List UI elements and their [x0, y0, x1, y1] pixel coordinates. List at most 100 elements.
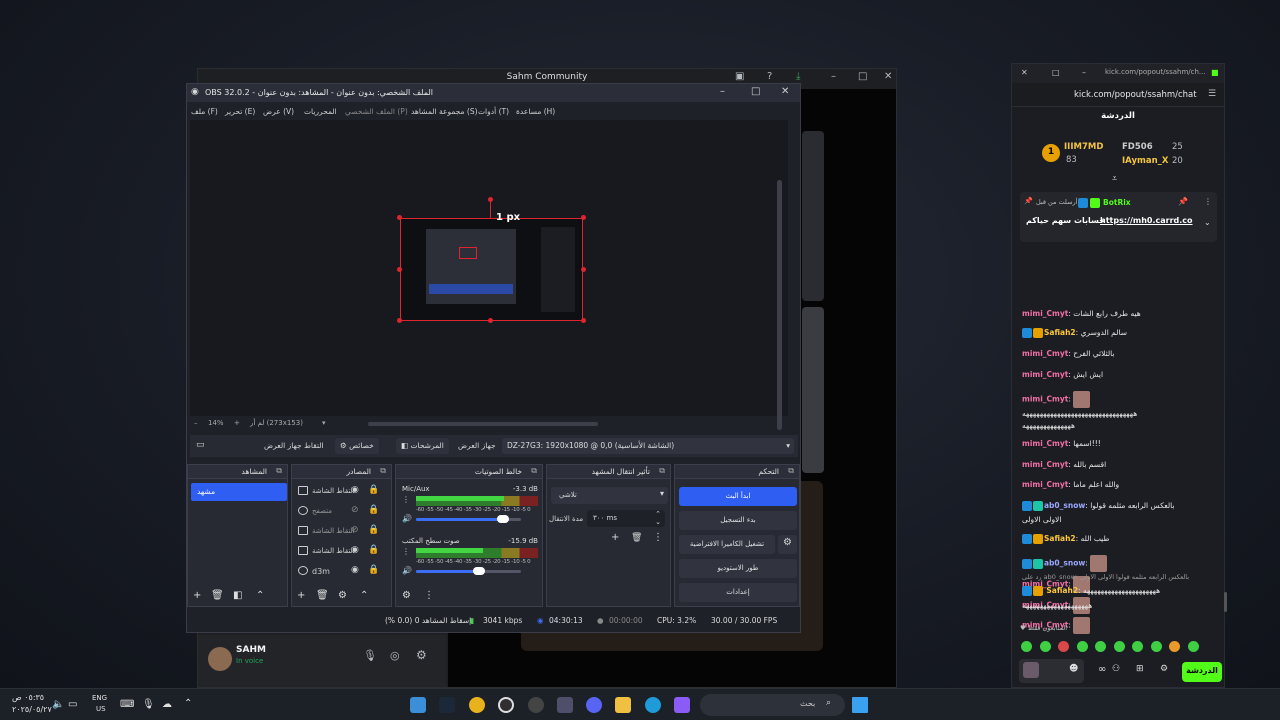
lock-icon[interactable]: 🔒 — [368, 565, 379, 575]
chat-message[interactable]: ab0_snow: — [1022, 555, 1220, 572]
chat-message[interactable]: Safiah2: سالم الدوسري — [1022, 328, 1220, 338]
chat-message[interactable]: mimi_Cmyt: والله اعلم ماما — [1022, 480, 1220, 489]
source-row[interactable]: التقاط الشاشة ◉ 🔒 — [296, 483, 382, 501]
settings-icon[interactable]: ⚙ — [416, 648, 427, 662]
chat-username[interactable]: Safiah2 — [1044, 534, 1076, 543]
studio-mode-button[interactable]: طور الاستوديو — [679, 559, 797, 578]
obs-icon[interactable] — [498, 697, 514, 713]
kebab-menu-icon[interactable]: ⋮ — [424, 590, 434, 601]
start-streaming-button[interactable]: ابدأ البث — [679, 487, 797, 506]
chat-username[interactable]: mimi_Cmyt — [1022, 480, 1068, 489]
chat-message[interactable]: mimi_Cmyt: بالثلاثي الفرح — [1022, 349, 1220, 358]
emote-icon[interactable] — [1058, 641, 1069, 652]
menu-file[interactable]: ملف (F) — [191, 107, 218, 116]
emote-icon[interactable] — [1169, 641, 1180, 652]
chrome-icon[interactable] — [469, 697, 485, 713]
clock-date[interactable]: ٢٠٢٥/٠٥/٢٧ — [12, 705, 52, 714]
emote-icon[interactable] — [1150, 641, 1162, 652]
filter-icon[interactable]: ◧ — [233, 590, 242, 601]
zoom-out-icon[interactable]: – — [194, 419, 198, 427]
volume-knob[interactable] — [497, 515, 510, 523]
chevron-up-icon[interactable]: ⌃ — [360, 590, 368, 601]
chevron-up-icon[interactable]: ⌃ — [256, 590, 264, 601]
steam-icon[interactable] — [439, 697, 455, 713]
add-icon[interactable]: + — [297, 590, 305, 601]
chat-username[interactable]: mimi_Cmyt — [1022, 395, 1068, 404]
preview-scrollbar[interactable] — [777, 180, 782, 430]
volume-slider[interactable] — [416, 567, 521, 575]
paint-icon[interactable] — [410, 697, 426, 713]
volume-slider[interactable] — [416, 515, 521, 523]
undock-icon[interactable]: ⧉ — [788, 466, 794, 476]
menu-docks[interactable]: المحرريات — [304, 107, 337, 116]
chat-message[interactable]: ab0_snow: بالعكس الرابعه مثلمه قولوا — [1022, 501, 1220, 511]
copilot-icon[interactable] — [674, 697, 690, 713]
virtual-camera-button[interactable]: تشغيل الكاميرا الافتراضية — [679, 535, 775, 554]
lock-icon[interactable]: 🔒 — [368, 505, 379, 515]
menu-view[interactable]: عرض (V) — [263, 107, 294, 116]
chevron-down-icon[interactable]: ▾ — [322, 419, 326, 427]
chat-message-cont[interactable]: ههههههههههههههههههههههههههههههههه — [1022, 409, 1220, 418]
kebab-menu-icon[interactable]: ⋮ — [402, 495, 410, 504]
device-select[interactable]: DZ-27G3: 1920x1080 @ 0,0 (الشاشة الأساسي… — [502, 438, 794, 454]
display-capture-source[interactable] — [400, 218, 583, 321]
store-icon[interactable] — [557, 697, 573, 713]
close-icon[interactable]: ✕ — [884, 71, 892, 82]
monitor-icon[interactable]: ▭ — [68, 699, 77, 710]
clock-time[interactable]: ٠٥:٣٥ ص — [12, 693, 44, 702]
headset-icon[interactable]: ◎ — [390, 649, 400, 662]
menu-scene-collection[interactable]: مجموعة المشاهد (S) — [411, 107, 478, 116]
download-icon[interactable]: ⤓ — [796, 71, 800, 82]
maximize-icon[interactable]: □ — [1052, 68, 1060, 77]
add-icon[interactable]: + — [193, 590, 201, 601]
folder-icon[interactable] — [615, 697, 631, 713]
group-icon[interactable]: ⚇ — [1112, 664, 1120, 674]
preview-canvas[interactable]: 1 px — [190, 120, 788, 430]
mic-icon[interactable]: 🎙 — [363, 649, 377, 662]
chat-username[interactable]: ab0_snow — [1044, 501, 1085, 510]
emote-icon[interactable] — [1132, 641, 1143, 652]
eye-icon[interactable]: ◉ — [351, 565, 359, 575]
chat-message[interactable]: mimi_Cmyt: اسمها!!! — [1022, 439, 1220, 448]
leaderboard-name[interactable]: IIIM7MD — [1064, 142, 1103, 152]
chat-username[interactable]: ab0_snow — [1044, 559, 1085, 568]
chevron-down-icon[interactable]: ⌄ — [655, 518, 661, 526]
cloud-icon[interactable]: ☁ — [162, 699, 172, 710]
zoom-in-icon[interactable]: + — [234, 419, 240, 427]
pinned-link[interactable]: https://mh0.carrd.co — [1100, 216, 1193, 225]
chat-input[interactable]: ☻ — [1019, 659, 1084, 683]
speaker-icon[interactable]: 🔊 — [402, 514, 412, 523]
source-row[interactable]: التقاط الشاشة ◉ 🔒 — [296, 543, 382, 561]
chat-username[interactable]: mimi_Cmyt — [1022, 460, 1068, 469]
lock-icon[interactable]: 🔒 — [368, 545, 379, 555]
trash-icon[interactable]: 🗑 — [316, 590, 329, 601]
duration-spinbox[interactable]: ٣٠٠ ms ⌃ ⌄ — [587, 510, 665, 527]
source-row[interactable]: d3m ◉ 🔒 — [296, 563, 382, 581]
settings-sliders-icon[interactable]: ☰ — [1208, 89, 1216, 99]
mic-icon[interactable]: 🎙 — [142, 699, 155, 710]
chevron-up-icon[interactable]: ⌃ — [655, 510, 661, 518]
gear-icon[interactable]: ⚙ — [778, 535, 797, 554]
leaderboard-name[interactable]: IAyman_X — [1122, 156, 1168, 166]
chat-message[interactable]: mimi_Cmyt: ايش ايش — [1022, 370, 1220, 379]
chevron-down-icon[interactable]: ⩡ — [1112, 174, 1117, 184]
chat-message[interactable]: mimi_Cmyt: هيه طرف رابع الشات — [1022, 309, 1220, 318]
windows-start-icon[interactable] — [852, 697, 868, 713]
minimize-icon[interactable]: – — [1082, 68, 1086, 77]
chat-username[interactable]: Safiah2 — [1044, 328, 1076, 337]
kebab-menu-icon[interactable]: ⋮ — [1204, 197, 1212, 206]
maximize-icon[interactable]: □ — [751, 86, 760, 97]
resize-handle[interactable] — [397, 318, 402, 323]
resize-handle[interactable] — [397, 215, 402, 220]
eye-off-icon[interactable]: ⊘ — [351, 525, 359, 535]
chat-message[interactable]: mimi_Cmyt: — [1022, 391, 1220, 408]
eye-icon[interactable]: ◉ — [351, 485, 359, 495]
settings-icon[interactable] — [528, 697, 544, 713]
chat-message[interactable]: Safiah2: طيب الله — [1022, 534, 1220, 544]
emote-icon[interactable] — [1039, 641, 1051, 652]
chat-username[interactable]: Safiah2 — [1046, 586, 1078, 595]
undock-icon[interactable]: ⧉ — [276, 466, 282, 476]
chevron-down-icon[interactable]: ⌄ — [1204, 218, 1211, 227]
resize-handle[interactable] — [581, 318, 586, 323]
region-code[interactable]: US — [96, 705, 106, 713]
